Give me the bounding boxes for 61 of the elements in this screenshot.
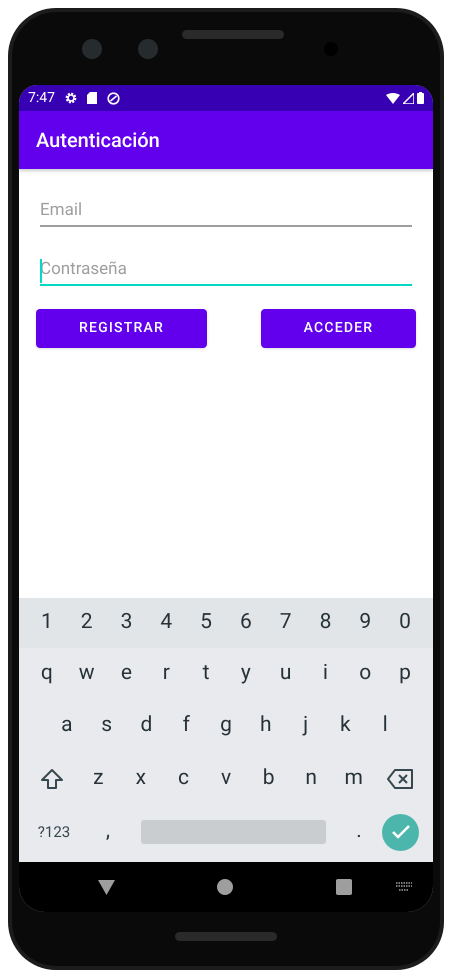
text-cursor — [40, 259, 42, 283]
keyboard-icon — [396, 882, 412, 892]
keyboard-key[interactable]: 6 — [226, 598, 266, 648]
keyboard-key[interactable]: f — [166, 700, 206, 752]
keyboard-key[interactable]: 5 — [186, 598, 226, 648]
keyboard-key[interactable]: q — [27, 648, 67, 700]
circle-slash-icon — [107, 92, 120, 104]
shift-icon — [40, 768, 64, 790]
keyboard-key[interactable]: l — [365, 700, 406, 752]
action-button[interactable]: REGISTRAR — [36, 309, 207, 348]
recents-icon — [336, 879, 352, 895]
keyboard-key[interactable]: 8 — [306, 598, 346, 648]
keyboard-key[interactable]: b — [247, 752, 290, 806]
keyboard-key[interactable]: v — [204, 752, 248, 806]
battery-icon — [417, 92, 424, 104]
keyboard-key[interactable]: 7 — [266, 598, 306, 648]
camera-icon — [82, 38, 102, 58]
keyboard-key[interactable]: e — [106, 648, 146, 700]
keyboard-key[interactable]: 2 — [66, 598, 107, 648]
backspace-icon — [386, 768, 414, 790]
keyboard-key[interactable]: j — [286, 700, 326, 752]
keyboard-key[interactable]: i — [306, 648, 346, 700]
status-time: 7:47 — [28, 88, 55, 108]
keyboard-key[interactable]: z — [77, 752, 120, 806]
keyboard-key[interactable]: t — [186, 648, 226, 700]
input-field[interactable]: Contraseña — [40, 256, 412, 286]
keyboard-key[interactable]: a — [47, 700, 87, 752]
check-icon — [390, 824, 410, 840]
keyboard-key[interactable]: 1 — [27, 598, 67, 648]
keyboard-key[interactable]: o — [345, 648, 386, 700]
keyboard-key[interactable]: g — [206, 700, 246, 752]
keyboard-key[interactable]: w — [66, 648, 107, 700]
keyboard-key[interactable]: 4 — [146, 598, 186, 648]
sd-card-icon — [87, 92, 97, 104]
keyboard-key[interactable]: m — [332, 752, 376, 806]
back-icon — [98, 880, 115, 894]
app-title: Autenticación — [36, 127, 160, 154]
input-field[interactable]: Email — [40, 197, 412, 227]
keyboard-key[interactable]: k — [325, 700, 366, 752]
wifi-icon — [386, 92, 400, 104]
keyboard-key[interactable]: d — [126, 700, 166, 752]
keyboard-key[interactable]: 0 — [385, 598, 425, 648]
keyboard-key[interactable]: . — [336, 806, 382, 858]
keyboard-key[interactable]: y — [226, 648, 266, 700]
keyboard-key[interactable]: p — [385, 648, 425, 700]
keyboard-key[interactable]: n — [290, 752, 332, 806]
keyboard-key[interactable]: 3 — [106, 598, 146, 648]
keyboard-key[interactable]: 9 — [345, 598, 386, 648]
keyboard-key[interactable]: u — [266, 648, 306, 700]
signal-icon — [403, 92, 414, 104]
camera-icon — [138, 38, 158, 58]
keyboard-key[interactable]: , — [85, 806, 131, 858]
keyboard-key[interactable]: c — [162, 752, 205, 806]
action-button[interactable]: ACCEDER — [261, 309, 416, 348]
keyboard-key[interactable]: s — [86, 700, 127, 752]
symbols-key[interactable]: ?123 — [23, 806, 85, 858]
keyboard-key[interactable]: h — [246, 700, 286, 752]
gear-icon — [65, 92, 77, 104]
keyboard-key[interactable]: r — [146, 648, 186, 700]
home-icon — [217, 879, 233, 895]
keyboard-key[interactable]: x — [120, 752, 162, 806]
